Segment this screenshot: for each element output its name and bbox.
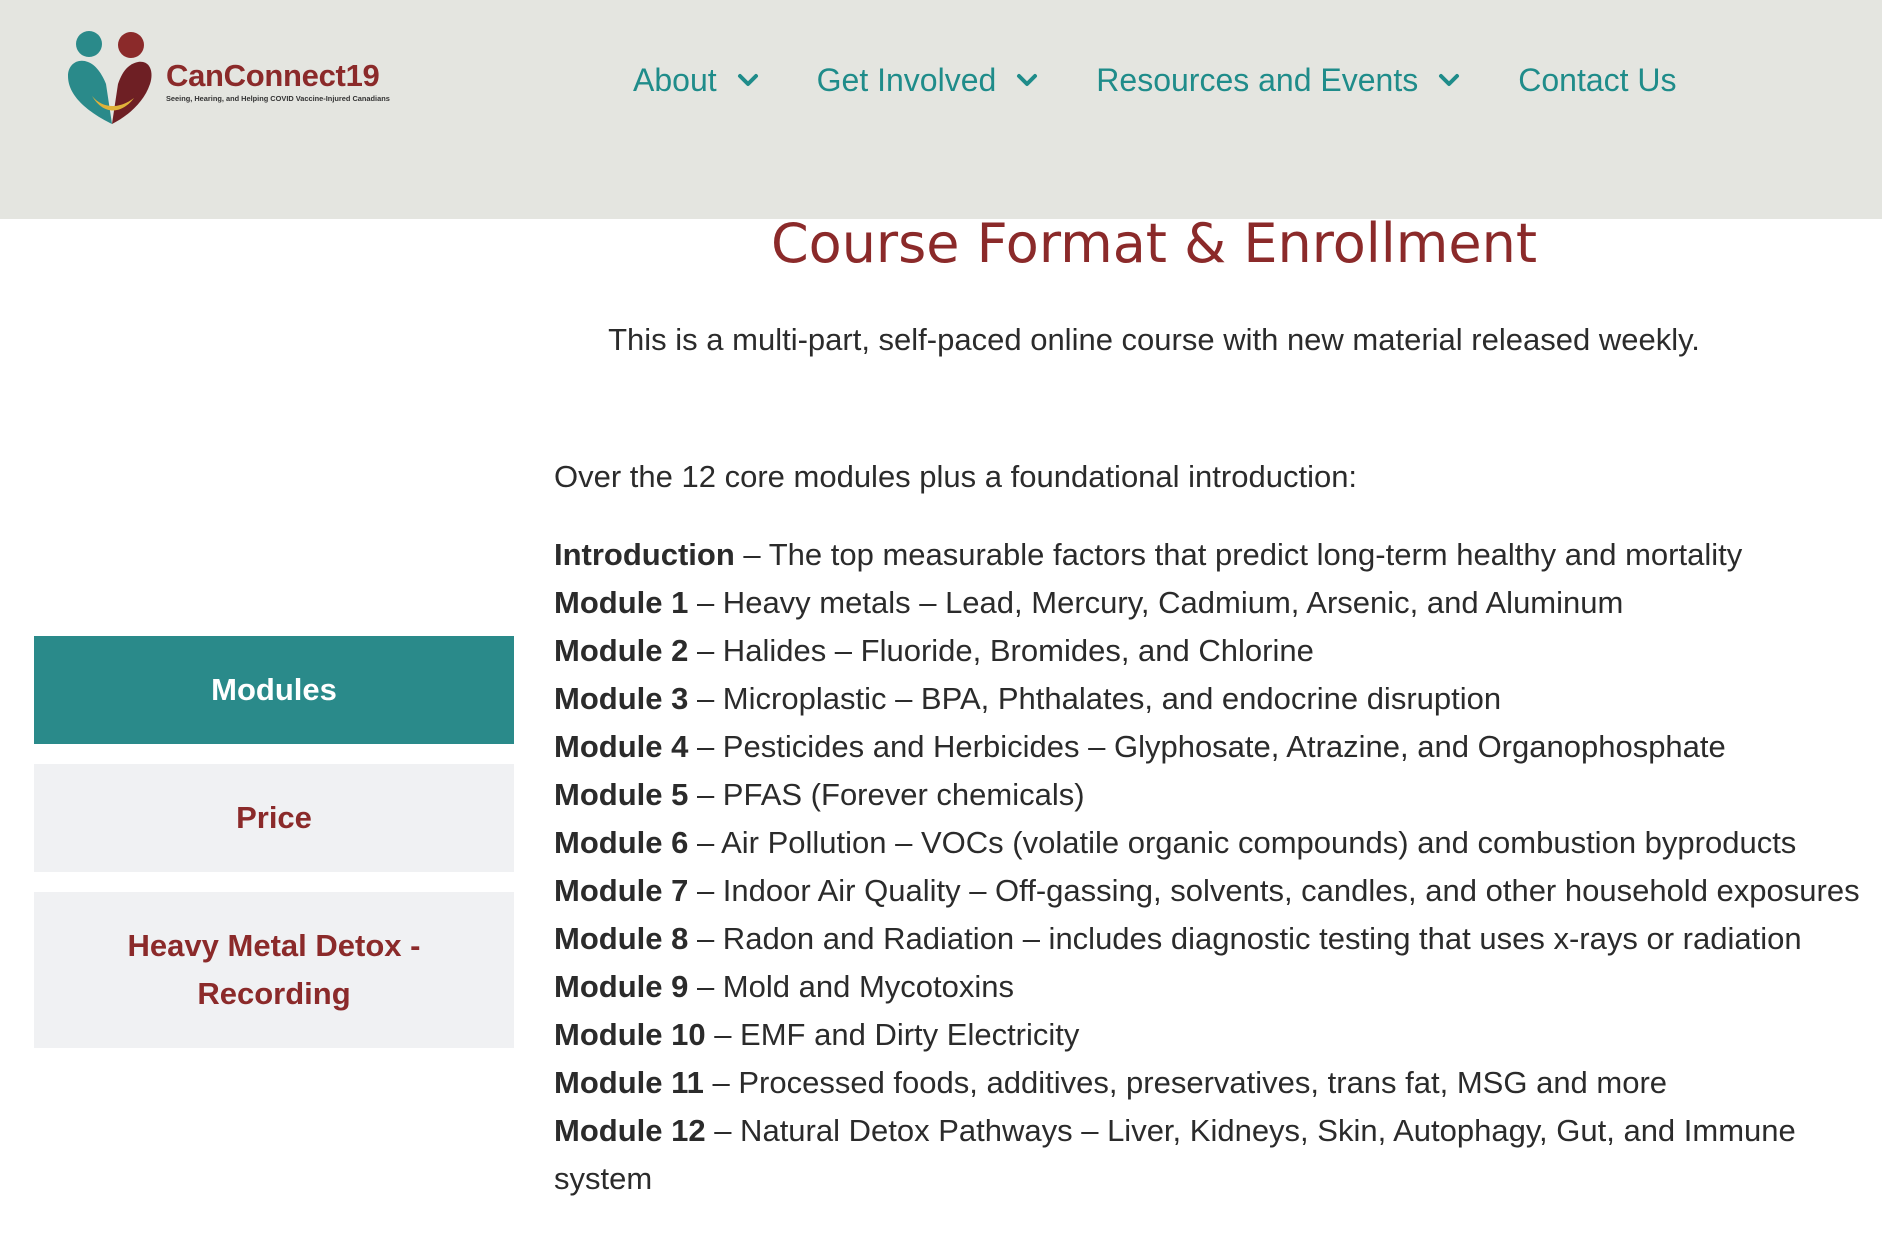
module-name: Module 10 (554, 1017, 706, 1052)
module-name: Module 5 (554, 777, 689, 812)
page-title: Course Format & Enrollment (770, 212, 1538, 275)
list-item: Module 6 – Air Pollution – VOCs (volatil… (554, 819, 1874, 867)
module-description: – Natural Detox Pathways – Liver, Kidney… (554, 1113, 1796, 1196)
chevron-down-icon (1017, 74, 1038, 86)
logo-title: CanConnect19 (166, 58, 380, 93)
list-item: Module 7 – Indoor Air Quality – Off-gass… (554, 867, 1874, 915)
list-item: Module 10 – EMF and Dirty Electricity (554, 1011, 1874, 1059)
list-item: Introduction – The top measurable factor… (554, 531, 1874, 579)
module-description: – Heavy metals – Lead, Mercury, Cadmium,… (688, 585, 1624, 620)
nav-resources-label: Resources and Events (1096, 61, 1419, 98)
list-item: Module 11 – Processed foods, additives, … (554, 1059, 1874, 1107)
chevron-down-icon (737, 74, 758, 86)
module-name: Module 2 (554, 633, 689, 668)
nav-get-involved[interactable]: Get Involved (817, 62, 1039, 99)
list-item: Module 5 – PFAS (Forever chemicals) (554, 771, 1874, 819)
list-item: Module 9 – Mold and Mycotoxins (554, 963, 1874, 1011)
logo-heart-icon (68, 31, 152, 124)
module-description: – The top measurable factors that predic… (734, 537, 1743, 572)
module-description: – Pesticides and Herbicides – Glyphosate… (688, 729, 1726, 764)
tab-modules-label: Modules (211, 672, 337, 707)
module-name: Module 12 (554, 1113, 706, 1148)
list-item: Module 4 – Pesticides and Herbicides – G… (554, 723, 1874, 771)
main-nav: About Get Involved Resources and Events … (633, 56, 1677, 104)
module-description: – Radon and Radiation – includes diagnos… (688, 921, 1802, 956)
module-description: – Air Pollution – VOCs (volatile organic… (688, 825, 1797, 860)
module-name: Module 4 (554, 729, 689, 764)
course-intro-text: This is a multi-part, self-paced online … (608, 322, 1700, 357)
module-list: Introduction – The top measurable factor… (554, 531, 1874, 1203)
list-item: Module 2 – Halides – Fluoride, Bromides,… (554, 627, 1874, 675)
module-description: – Processed foods, additives, preservati… (703, 1065, 1668, 1100)
site-header: CanConnect19 Seeing, Hearing, and Helpin… (0, 0, 1882, 219)
module-description: – Halides – Fluoride, Bromides, and Chlo… (688, 633, 1314, 668)
module-name: Module 1 (554, 585, 689, 620)
module-name: Module 11 (554, 1065, 704, 1100)
module-name: Module 3 (554, 681, 689, 716)
nav-about-label: About (633, 61, 717, 98)
list-item: Module 8 – Radon and Radiation – include… (554, 915, 1874, 963)
site-logo[interactable]: CanConnect19 Seeing, Hearing, and Helpin… (62, 28, 392, 138)
module-description: – Indoor Air Quality – Off-gassing, solv… (688, 873, 1860, 908)
module-name: Module 9 (554, 969, 689, 1004)
tab-detox-label: Heavy Metal Detox - Recording (127, 928, 421, 1011)
tab-price-label: Price (236, 800, 312, 835)
nav-resources-and-events[interactable]: Resources and Events (1096, 62, 1460, 99)
list-item: Module 3 – Microplastic – BPA, Phthalate… (554, 675, 1874, 723)
logo-tagline: Seeing, Hearing, and Helping COVID Vacci… (166, 94, 390, 103)
nav-contact-us[interactable]: Contact Us (1518, 62, 1676, 99)
list-item: Module 1 – Heavy metals – Lead, Mercury,… (554, 579, 1874, 627)
module-description: – PFAS (Forever chemicals) (688, 777, 1085, 812)
list-item: Module 12 – Natural Detox Pathways – Liv… (554, 1107, 1874, 1203)
tab-modules[interactable]: Modules (34, 636, 514, 744)
nav-get-involved-label: Get Involved (816, 61, 997, 98)
chevron-down-icon (1439, 74, 1460, 86)
tab-heavy-metal-detox-recording[interactable]: Heavy Metal Detox - Recording (34, 892, 514, 1048)
module-name: Introduction (554, 537, 735, 572)
nav-about[interactable]: About (633, 62, 759, 99)
module-name: Module 8 (554, 921, 689, 956)
module-description: – Mold and Mycotoxins (688, 969, 1014, 1004)
nav-contact-label: Contact Us (1518, 61, 1677, 98)
module-description: – EMF and Dirty Electricity (705, 1017, 1080, 1052)
module-description: – Microplastic – BPA, Phthalates, and en… (688, 681, 1502, 716)
module-name: Module 6 (554, 825, 689, 860)
module-name: Module 7 (554, 873, 689, 908)
modules-lead-text: Over the 12 core modules plus a foundati… (554, 459, 1358, 494)
tab-price[interactable]: Price (34, 764, 514, 872)
